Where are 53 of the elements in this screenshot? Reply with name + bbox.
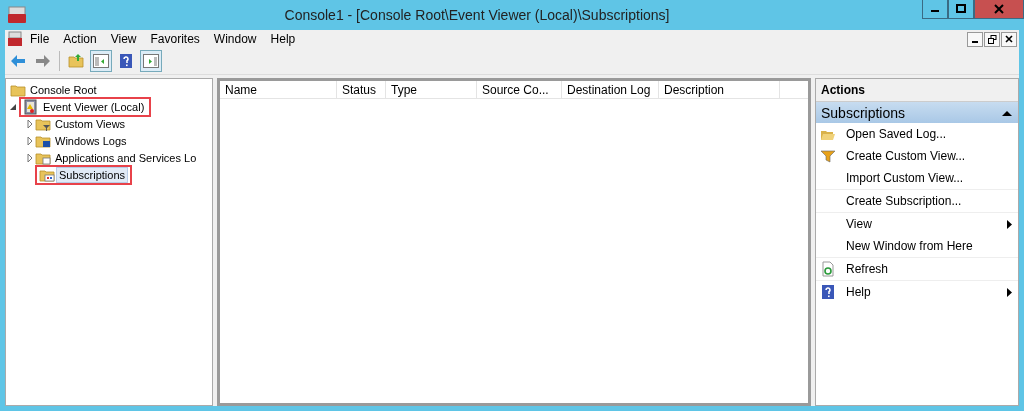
maximize-button[interactable]: [948, 0, 974, 19]
task-link[interactable]: Import Custom View...: [846, 171, 1012, 185]
menu-item[interactable]: Action: [56, 30, 104, 48]
event-viewer-icon: [23, 98, 39, 115]
tree-item[interactable]: Windows Logs: [52, 132, 130, 149]
task-link[interactable]: Open Saved Log...: [846, 127, 1012, 141]
help-icon: [118, 53, 134, 69]
section-header[interactable]: Subscriptions: [816, 102, 1018, 123]
menu-item[interactable]: File: [23, 30, 57, 48]
menu-item[interactable]: Window: [206, 30, 264, 48]
back-arrow-icon: [10, 54, 26, 68]
task-link[interactable]: View: [846, 217, 997, 231]
menu-item[interactable]: View: [103, 30, 144, 48]
expand-arrow-icon[interactable]: [25, 135, 35, 146]
column-header[interactable]: Description: [659, 81, 780, 98]
tree-item[interactable]: Custom Views: [52, 115, 129, 132]
close-button[interactable]: [1001, 31, 1017, 47]
restore-icon: [987, 34, 997, 44]
collapse-icon[interactable]: [1002, 109, 1012, 116]
column-header[interactable]: Name: [220, 81, 337, 98]
column-header[interactable]: Type: [386, 81, 477, 98]
task-link[interactable]: Help: [846, 285, 997, 299]
column-header[interactable]: Status: [337, 81, 386, 98]
console-icon[interactable]: [7, 31, 23, 47]
task-link[interactable]: Refresh: [846, 262, 1012, 276]
actions-header: Actions: [816, 79, 1018, 102]
tree-item[interactable]: Event Viewer (Local): [40, 98, 148, 115]
menu-item[interactable]: Help: [263, 30, 303, 48]
minimize-button[interactable]: [967, 31, 983, 47]
tree-item[interactable]: Console Root: [27, 81, 100, 98]
task-link[interactable]: Create Custom View...: [846, 149, 1012, 163]
close-icon: [1005, 35, 1013, 43]
expand-arrow-icon[interactable]: [25, 152, 35, 163]
tree-item[interactable]: Applications and Services Lo: [52, 149, 200, 166]
task-link[interactable]: Create Subscription...: [846, 194, 1012, 208]
minimize-button[interactable]: [922, 0, 948, 19]
show-tree-button[interactable]: [90, 50, 112, 72]
refresh-icon: [820, 261, 836, 277]
app-icon: [6, 5, 28, 25]
show-action-pane-button[interactable]: [140, 50, 162, 72]
task-link[interactable]: New Window from Here: [846, 239, 1012, 253]
tree-item[interactable]: Subscriptions: [56, 166, 129, 183]
close-icon: [994, 4, 1004, 14]
menu-item[interactable]: Favorites: [143, 30, 207, 48]
column-header[interactable]: Destination Log: [562, 81, 659, 98]
filter-icon: [820, 148, 836, 164]
window-title: Console1 - [Console Root\Event Viewer (Local)\Subscriptions]: [283, 7, 671, 23]
expand-arrow-icon[interactable]: [25, 118, 35, 129]
maximize-icon: [956, 4, 966, 14]
column-header[interactable]: Source Co...: [477, 81, 562, 98]
restore-button[interactable]: [984, 31, 1000, 47]
help-icon: [820, 284, 836, 300]
forward-arrow-icon: [35, 54, 51, 68]
